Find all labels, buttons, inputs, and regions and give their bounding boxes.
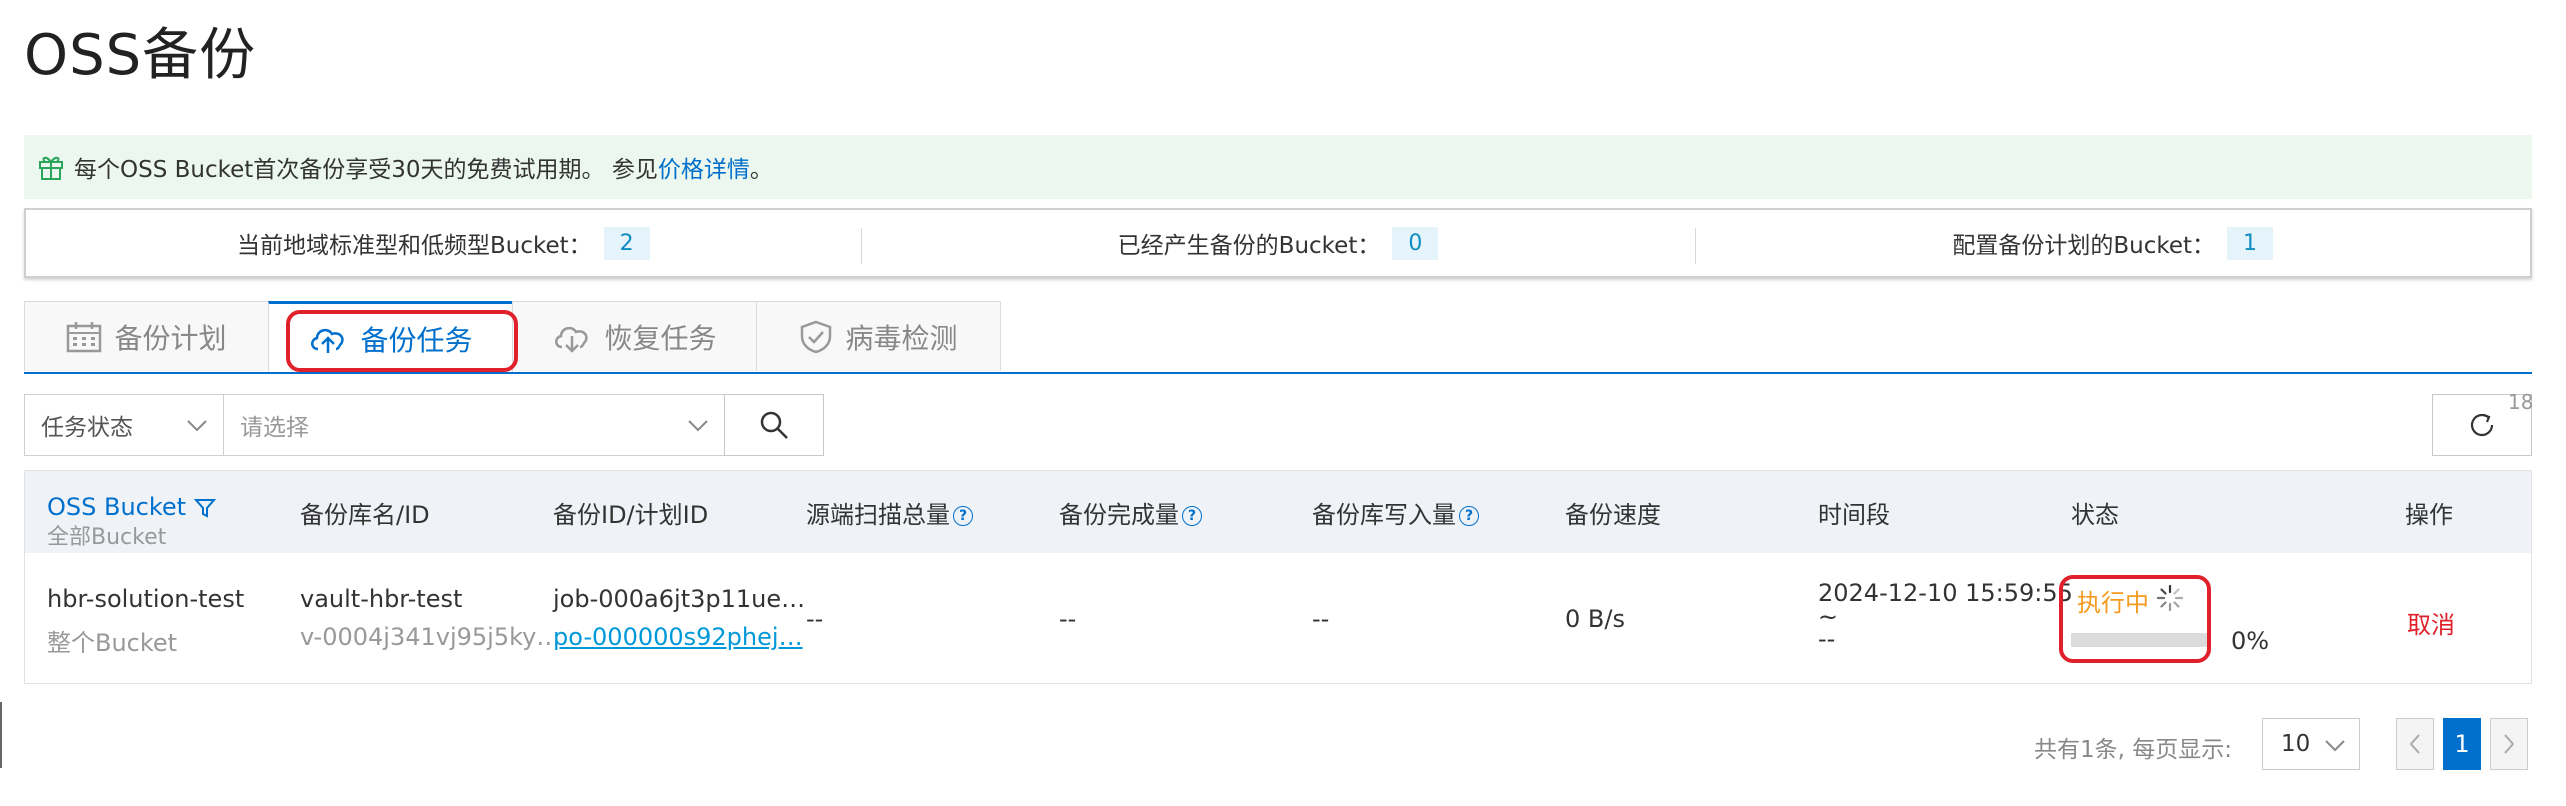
plan-id-link[interactable]: po-000000s92phej… — [553, 623, 803, 651]
pagination-info: 共有1条, 每页显示: — [2034, 737, 2233, 763]
stat-region-buckets: 当前地域标准型和低频型Bucket： 2 — [26, 210, 861, 276]
pricing-details-link[interactable]: 价格详情 — [658, 150, 750, 184]
table-header: OSS Bucket 全部Bucket 备份库名/ID 备份ID/计划ID 源端… — [25, 471, 2531, 553]
tab-highlight-annotation — [286, 310, 518, 372]
bucket-scope: 整个Bucket — [47, 629, 178, 657]
chevron-down-icon — [688, 420, 708, 432]
page-title: OSS备份 — [24, 23, 257, 88]
status-value-select[interactable]: 请选择 — [223, 394, 725, 456]
chevron-down-icon — [2325, 740, 2345, 752]
refresh-countdown: 18 — [2508, 390, 2534, 414]
free-trial-notice: 每个OSS Bucket首次备份享受30天的免费试用期。 参见 价格详情。 — [24, 135, 2532, 199]
refresh-icon — [2470, 413, 2494, 437]
job-id: job-000a6jt3p11ue… — [553, 585, 806, 613]
tab-restore-jobs[interactable]: 恢复任务 — [512, 301, 757, 371]
col-speed: 备份速度 — [1565, 501, 1661, 529]
backup-speed: 0 B/s — [1565, 605, 1625, 633]
help-icon[interactable]: ? — [953, 506, 973, 526]
notice-text: 每个OSS Bucket首次备份享受30天的免费试用期。 参见 — [74, 157, 658, 183]
col-job-id: 备份ID/计划ID — [553, 501, 709, 529]
stat-label: 当前地域标准型和低频型Bucket： — [237, 233, 592, 259]
page-number-current[interactable]: 1 — [2443, 718, 2481, 770]
notice-end: 。 — [749, 157, 773, 183]
backup-done: -- — [1059, 605, 1077, 633]
stat-value-badge: 1 — [2227, 226, 2274, 260]
chevron-down-icon — [187, 420, 207, 432]
next-page-button[interactable] — [2490, 718, 2528, 770]
status-highlight-annotation — [2059, 575, 2211, 663]
task-status-select[interactable]: 任务状态 — [24, 394, 224, 456]
vault-write: -- — [1312, 605, 1330, 633]
col-oss-bucket[interactable]: OSS Bucket — [47, 493, 216, 521]
search-button[interactable] — [724, 394, 824, 456]
col-status: 状态 — [2071, 501, 2119, 529]
page-size-select[interactable]: 10 — [2262, 718, 2360, 770]
col-backup-done: 备份完成量? — [1059, 495, 1202, 530]
bucket-stats-bar: 当前地域标准型和低频型Bucket： 2 已经产生备份的Bucket： 0 配置… — [24, 208, 2532, 278]
scan-total: -- — [806, 605, 824, 633]
chevron-left-icon — [2409, 734, 2420, 754]
prev-page-button[interactable] — [2396, 718, 2434, 770]
tab-label: 病毒检测 — [845, 321, 958, 355]
stat-value-badge: 2 — [603, 226, 650, 260]
cancel-button[interactable]: 取消 — [2407, 605, 2455, 640]
stat-backed-up-buckets: 已经产生备份的Bucket： 0 — [860, 210, 1696, 276]
gift-icon — [39, 156, 63, 180]
cloud-download-icon — [555, 326, 589, 353]
col-scan-total: 源端扫描总量? — [806, 495, 973, 530]
vault-name: vault-hbr-test — [300, 585, 463, 613]
col-vault-write: 备份库写入量? — [1312, 495, 1479, 530]
help-icon[interactable]: ? — [1182, 506, 1202, 526]
bucket-name: hbr-solution-test — [47, 585, 245, 613]
tab-virus-scan[interactable]: 病毒检测 — [756, 301, 1001, 371]
filter-icon[interactable] — [193, 497, 216, 519]
tab-label: 恢复任务 — [604, 321, 717, 355]
calendar-icon — [67, 321, 102, 352]
col-vault: 备份库名/ID — [300, 501, 430, 529]
shield-icon — [801, 320, 832, 353]
search-icon — [760, 411, 788, 439]
stat-label: 配置备份计划的Bucket： — [1952, 233, 2216, 259]
task-status-label: 任务状态 — [41, 415, 133, 441]
tab-bar: 备份计划 备份任务 恢复任务 病毒检测 — [24, 301, 1001, 373]
tab-underline — [24, 372, 2532, 374]
stat-plan-buckets: 配置备份计划的Bucket： 1 — [1695, 210, 2530, 276]
tab-label: 备份计划 — [114, 321, 227, 355]
stat-value-badge: 0 — [1392, 226, 1439, 260]
select-placeholder: 请选择 — [240, 415, 309, 441]
period-end: -- — [1818, 625, 1836, 653]
bucket-filter-value: 全部Bucket — [47, 525, 167, 550]
tab-backup-plan[interactable]: 备份计划 — [24, 301, 269, 371]
period-start: 2024-12-10 15:59:55 — [1818, 579, 2073, 607]
chevron-right-icon — [2504, 734, 2515, 754]
edge-marker — [0, 702, 2, 768]
vault-id: v-0004j341vj95j5ky… — [300, 623, 561, 651]
backup-jobs-table: OSS Bucket 全部Bucket 备份库名/ID 备份ID/计划ID 源端… — [24, 470, 2532, 684]
progress-percent: 0% — [2231, 627, 2270, 655]
help-icon[interactable]: ? — [1459, 506, 1479, 526]
page-size-value: 10 — [2281, 731, 2311, 757]
col-period: 时间段 — [1818, 501, 1890, 529]
stat-label: 已经产生备份的Bucket： — [1117, 233, 1381, 259]
col-actions: 操作 — [2405, 501, 2453, 529]
